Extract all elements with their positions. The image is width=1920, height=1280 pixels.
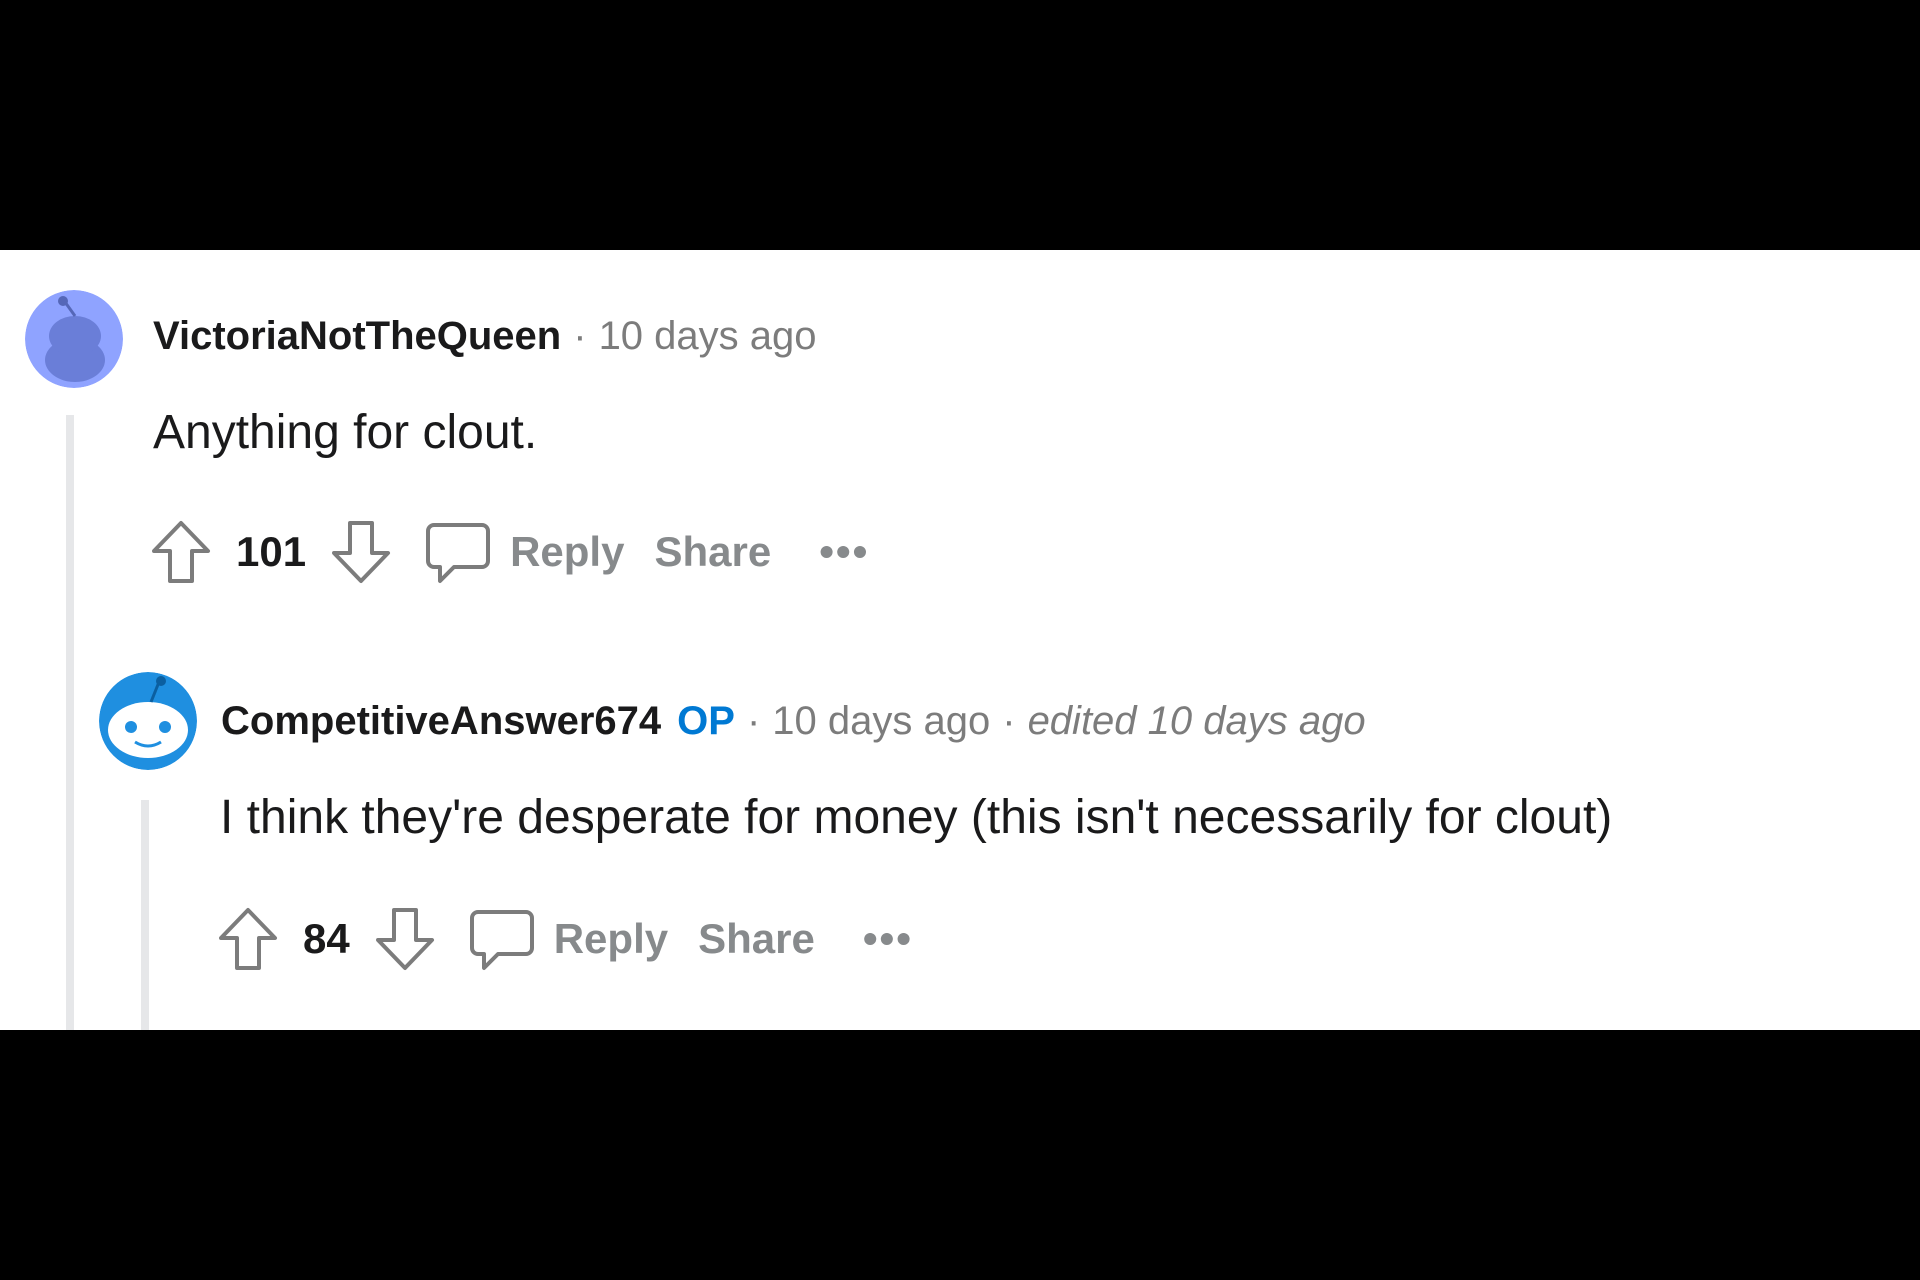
comment-bubble-icon [468,906,536,972]
avatar[interactable] [99,672,197,770]
comment-meta: CompetitiveAnswer674 OP · 10 days ago · … [221,699,1366,744]
upvote-icon[interactable] [148,519,214,585]
comment-actions: 101 Reply Share ••• [148,516,869,588]
share-label: Share [654,528,772,575]
downvote-icon[interactable] [328,519,394,585]
author-name[interactable]: VictoriaNotTheQueen [153,314,561,359]
comment-body: I think they're desperate for money (thi… [220,791,1613,844]
thread-line-level-1[interactable] [66,415,74,1030]
comment-body: Anything for clout. [153,406,538,459]
share-button[interactable]: Share [654,528,771,576]
snoo-avatar-icon [99,672,197,770]
meta-separator: · [573,314,587,358]
comment-timestamp[interactable]: 10 days ago [772,699,990,744]
reply-button[interactable]: Reply [468,906,668,972]
op-badge: OP [677,699,735,743]
reply-label: Reply [553,915,669,962]
comment-timestamp[interactable]: 10 days ago [599,314,817,359]
comment-bubble-icon [424,519,492,585]
author-name[interactable]: CompetitiveAnswer674 [221,699,661,744]
upvote-icon[interactable] [215,906,281,972]
downvote-icon[interactable] [372,906,438,972]
reply-label: Reply [510,528,625,575]
more-options-icon[interactable]: ••• [819,528,869,576]
thread-line-level-2[interactable] [141,800,149,1030]
share-label: Share [698,915,815,962]
vote-count: 84 [303,915,350,962]
share-button[interactable]: Share [698,915,815,963]
comment-actions: 84 Reply Share ••• [215,903,913,975]
vote-count: 101 [236,528,307,575]
meta-separator: · [746,699,761,743]
snoo-avatar-icon [25,290,123,388]
edited-timestamp: edited 10 days ago [1027,699,1366,743]
meta-separator: · [1002,699,1016,743]
comment-panel: VictoriaNotTheQueen · 10 days ago Anythi… [0,250,1920,1030]
more-options-icon[interactable]: ••• [863,915,913,963]
comment-meta: VictoriaNotTheQueen · 10 days ago [153,314,817,359]
avatar[interactable] [25,290,123,388]
reply-button[interactable]: Reply [424,519,624,585]
